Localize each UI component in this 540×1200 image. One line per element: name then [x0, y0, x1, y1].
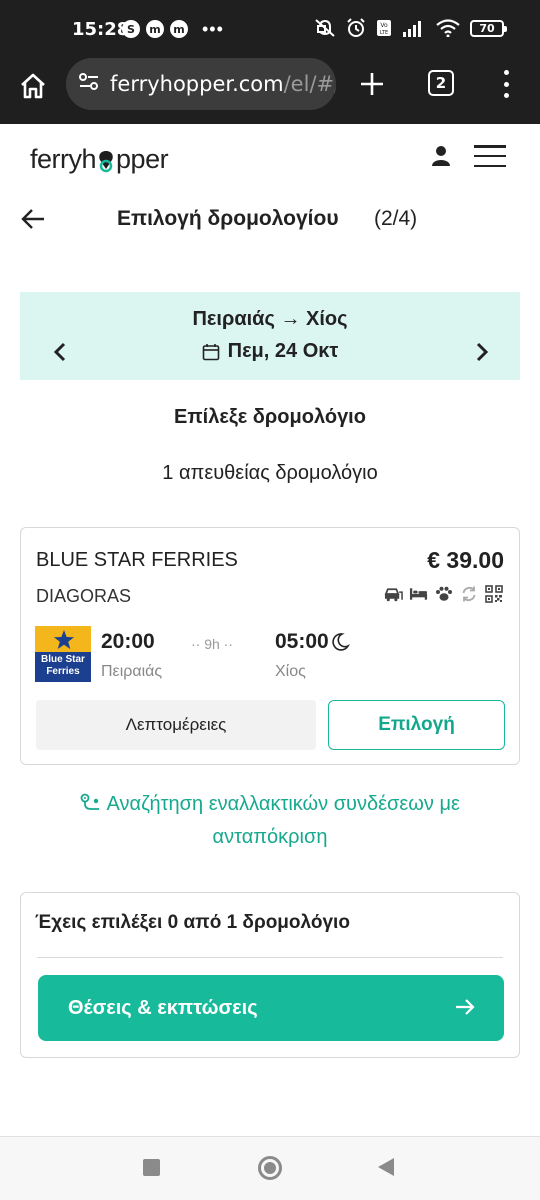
ferry-company: BLUE STAR FERRIES	[36, 549, 238, 571]
trip-card[interactable]: BLUE STAR FERRIES € 39.00 DIAGORAS Blue …	[20, 527, 520, 765]
status-bar: 15:28 S m m ••• Vo LTE 70	[0, 0, 540, 58]
hamburger-menu-icon[interactable]	[474, 145, 506, 167]
next-day-chevron-icon[interactable]	[472, 340, 492, 364]
alternative-connections-text: Αναζήτηση εναλλακτικών συνδέσεων με αντα…	[106, 793, 460, 848]
user-account-icon[interactable]	[430, 144, 452, 168]
svg-text:LTE: LTE	[380, 30, 388, 36]
status-notification-icons: S m m •••	[122, 20, 224, 38]
route-date-text: Πεμ, 24 Οκτ	[227, 340, 339, 362]
recent-apps-icon[interactable]	[143, 1159, 160, 1176]
arrow-right-icon	[454, 997, 476, 1017]
volte-icon: Vo LTE	[376, 19, 392, 37]
route-text: Πειραιάς → Χίος	[192, 308, 348, 330]
step-counter: (2/4)	[374, 207, 418, 230]
operator-logo-line1: Blue Star	[41, 654, 85, 665]
address-bar[interactable]: ferryhopper.com/el/#/	[66, 58, 336, 110]
arrival-time: 05:00	[275, 630, 329, 653]
bed-icon	[409, 585, 428, 603]
back-arrow-icon[interactable]	[20, 206, 46, 232]
operator-logo-line2: Ferries	[46, 666, 80, 677]
skype-icon: S	[122, 20, 140, 38]
selection-summary-text: Έχεις επιλέξει 0 από 1 δρομολόγιο	[35, 912, 350, 933]
trip-duration: ·· 9h ··	[191, 636, 233, 652]
url-path: /el/#/	[283, 72, 336, 96]
step-header: Επιλογή δρομολογίου (2/4)	[0, 196, 540, 242]
home-circle-icon[interactable]	[258, 1156, 282, 1180]
alarm-icon	[346, 18, 366, 38]
choose-trip-heading: Επίλεξε δρομολόγιο	[174, 406, 366, 428]
ferryhopper-logo[interactable]: ferryh pper	[30, 144, 169, 175]
site-header: ferryh pper	[0, 124, 540, 192]
route-date: Πεμ, 24 Οκτ	[20, 340, 520, 363]
browser-menu-icon[interactable]	[500, 70, 512, 98]
url-domain: ferryhopper.com	[110, 72, 284, 96]
moon-icon	[330, 632, 350, 652]
messenger-icon: m	[146, 20, 164, 38]
url-text: ferryhopper.com/el/#/	[110, 72, 336, 96]
logo-text-left: ferryh	[30, 144, 97, 174]
battery-icon: 70	[470, 19, 507, 37]
more-notifications-icon: •••	[202, 19, 224, 39]
tab-switcher-button[interactable]: 2	[428, 70, 454, 96]
site-settings-icon[interactable]	[78, 72, 100, 97]
home-icon[interactable]	[18, 71, 48, 101]
divider	[37, 957, 503, 958]
calendar-icon	[202, 343, 220, 361]
alternative-connections-link[interactable]: Αναζήτηση εναλλακτικών συνδέσεων με αντα…	[40, 788, 500, 854]
trip-details-button[interactable]: Λεπτομέρειες	[36, 700, 316, 750]
page-title: Επιλογή δρομολογίου	[117, 207, 339, 230]
arrival-port: Χίος	[275, 663, 306, 680]
qr-code-icon	[484, 585, 503, 603]
arrival-time-wrapper: 05:00	[275, 630, 350, 654]
svg-text:Vo: Vo	[380, 22, 388, 29]
mute-icon	[314, 18, 336, 38]
browser-toolbar: ferryhopper.com/el/#/ 2	[0, 58, 540, 124]
direct-trip-count: 1 απευθείας δρομολόγιο	[162, 462, 378, 484]
messenger-icon: m	[170, 20, 188, 38]
system-navigation-bar	[0, 1136, 540, 1200]
new-tab-icon[interactable]	[358, 70, 386, 98]
route-pin-icon	[80, 790, 102, 810]
seats-discounts-label: Θέσεις & εκπτώσεις	[68, 996, 258, 1019]
previous-day-chevron-icon[interactable]	[50, 340, 70, 364]
route-date-banner: Πειραιάς → Χίος Πεμ, 24 Οκτ	[20, 292, 520, 380]
blue-star-ferries-logo: Blue Star Ferries	[35, 626, 91, 682]
wifi-icon	[436, 19, 460, 37]
signal-icon	[402, 19, 426, 37]
select-trip-button[interactable]: Επιλογή	[328, 700, 505, 750]
back-triangle-icon[interactable]	[378, 1158, 394, 1176]
amenities-list	[384, 585, 503, 603]
logo-text-right: pper	[116, 144, 169, 174]
departure-time: 20:00	[101, 630, 155, 653]
departure-port: Πειραιάς	[101, 663, 163, 680]
selection-summary: Έχεις επιλέξει 0 από 1 δρομολόγιο Θέσεις…	[20, 892, 520, 1058]
logo-pin-icon	[97, 149, 115, 172]
car-icon	[384, 585, 403, 603]
seats-discounts-button[interactable]: Θέσεις & εκπτώσεις	[38, 975, 504, 1041]
status-time: 15:28	[72, 19, 130, 40]
pet-icon	[434, 585, 453, 603]
refresh-icon	[459, 585, 478, 603]
vessel-name: DIAGORAS	[36, 586, 132, 606]
trip-price: € 39.00	[427, 547, 504, 573]
status-system-icons: Vo LTE 70	[314, 18, 507, 38]
